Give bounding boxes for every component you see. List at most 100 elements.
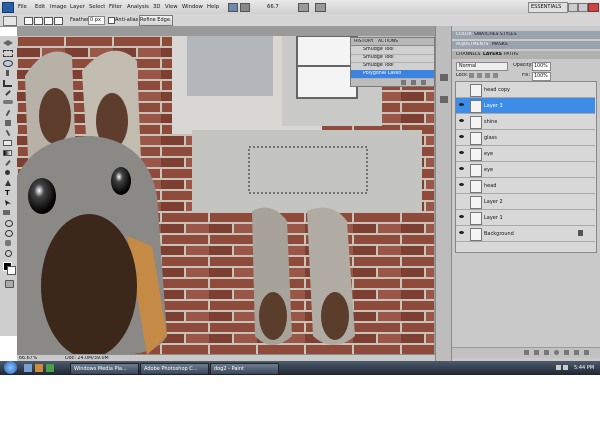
quicklaunch-icon[interactable] <box>24 364 32 372</box>
brush-tool-icon[interactable] <box>5 109 11 117</box>
tab-paths[interactable]: PATHS <box>504 52 518 57</box>
3d-rotate-icon[interactable] <box>5 220 13 227</box>
lock-image-icon[interactable] <box>477 73 482 78</box>
menu-help[interactable]: Help <box>207 4 219 10</box>
intersect-selection-icon[interactable] <box>54 17 63 25</box>
start-button[interactable] <box>4 361 17 374</box>
fill-input[interactable]: 100% <box>532 72 551 81</box>
tab-masks[interactable]: MASKS <box>492 42 508 47</box>
layer-row[interactable]: Layer 2 <box>456 194 595 210</box>
layer-row[interactable]: head copy <box>456 82 595 98</box>
layer-row[interactable]: Background <box>456 226 595 242</box>
menu-analysis[interactable]: Analysis <box>127 4 149 10</box>
history-panel-icon[interactable] <box>440 74 448 81</box>
menu-3d[interactable]: 3D <box>153 4 160 10</box>
crop-tool-icon[interactable] <box>3 80 12 87</box>
quick-mask-icon[interactable] <box>5 280 14 288</box>
add-selection-icon[interactable] <box>34 17 43 25</box>
tab-styles[interactable]: STYLES <box>500 32 517 37</box>
layer-row[interactable]: shine <box>456 114 595 130</box>
eyedropper-tool-icon[interactable] <box>5 90 11 96</box>
close-button[interactable] <box>588 3 599 12</box>
tab-channels[interactable]: CHANNELS <box>456 52 481 57</box>
marquee-tool-icon[interactable] <box>3 50 13 57</box>
tray-icon[interactable] <box>556 365 561 370</box>
tab-actions[interactable]: ACTIONS <box>378 39 398 44</box>
clock[interactable]: 5:44 PM <box>574 365 594 371</box>
smudge-tool-icon[interactable] <box>5 160 11 166</box>
3d-orbit-icon[interactable] <box>5 230 13 237</box>
visibility-eye-icon[interactable] <box>459 183 464 186</box>
menu-filter[interactable]: Filter <box>109 4 122 10</box>
background-color-swatch[interactable] <box>7 266 16 275</box>
zoom-tool-icon[interactable] <box>5 250 12 257</box>
bridge-icon[interactable] <box>228 3 238 12</box>
dodge-tool-icon[interactable] <box>5 170 10 175</box>
quicklaunch-icon[interactable] <box>46 364 54 372</box>
layer-row[interactable]: head <box>456 178 595 194</box>
maximize-button[interactable] <box>578 3 588 12</box>
tab-layers[interactable]: LAYERS <box>483 52 502 57</box>
hand-tool-icon[interactable] <box>5 240 11 246</box>
link-layers-icon[interactable] <box>524 350 529 355</box>
lasso-tool-preset-icon[interactable] <box>3 16 17 26</box>
menu-select[interactable]: Select <box>89 4 105 10</box>
tab-history[interactable]: HISTORY <box>354 39 373 44</box>
lock-transparency-icon[interactable] <box>469 73 474 78</box>
tray-icon[interactable] <box>563 365 568 370</box>
visibility-eye-icon[interactable] <box>459 119 464 122</box>
taskbar-item-paint[interactable]: dog2 - Paint <box>210 363 279 375</box>
path-selection-icon[interactable] <box>5 200 11 206</box>
tab-swatches[interactable]: SWATCHES <box>474 32 499 37</box>
opacity-input[interactable]: 100% <box>532 62 551 71</box>
visibility-eye-icon[interactable] <box>459 151 464 154</box>
shape-tool-icon[interactable] <box>3 210 10 215</box>
workspace-switcher[interactable]: ESSENTIALS <box>528 2 568 13</box>
actions-panel-icon[interactable] <box>440 96 448 103</box>
arrange-icon[interactable] <box>298 3 309 12</box>
gradient-tool-icon[interactable] <box>3 150 12 156</box>
layer-row[interactable]: Layer 1 <box>456 210 595 226</box>
add-mask-icon[interactable] <box>544 350 549 355</box>
menu-edit[interactable]: Edit <box>35 4 45 10</box>
refine-edge-button[interactable]: Refine Edge... <box>139 15 173 26</box>
quick-select-tool-icon[interactable] <box>6 70 9 76</box>
menu-window[interactable]: Window <box>182 4 203 10</box>
lock-all-icon[interactable] <box>493 73 498 78</box>
subtract-selection-icon[interactable] <box>44 17 53 25</box>
new-document-icon[interactable] <box>411 80 416 85</box>
move-tool-icon[interactable] <box>3 40 13 46</box>
delete-layer-icon[interactable] <box>584 350 589 355</box>
type-tool-icon[interactable]: T <box>5 190 15 197</box>
layer-row-selected[interactable]: Layer 3 <box>456 98 595 114</box>
blend-mode-select[interactable]: Normal <box>456 62 508 71</box>
layer-style-icon[interactable] <box>534 350 539 355</box>
visibility-eye-icon[interactable] <box>459 167 464 170</box>
menu-file[interactable]: File <box>18 4 27 10</box>
eraser-tool-icon[interactable] <box>3 140 12 146</box>
taskbar-item-media-player[interactable]: Windows Media Pla... <box>70 363 139 375</box>
antialias-checkbox[interactable] <box>108 17 115 24</box>
feather-input[interactable]: 0 px <box>88 16 105 25</box>
history-brush-icon[interactable] <box>5 129 11 137</box>
layer-row[interactable]: eye <box>456 162 595 178</box>
quicklaunch-icon[interactable] <box>35 364 43 372</box>
healing-brush-icon[interactable] <box>3 100 13 104</box>
trash-icon[interactable] <box>421 80 426 85</box>
minibridge-icon[interactable] <box>240 3 250 12</box>
clone-stamp-icon[interactable] <box>5 120 11 126</box>
new-selection-icon[interactable] <box>24 17 33 25</box>
zoom-dropdown[interactable]: 66.7 <box>267 4 279 10</box>
screen-mode-icon[interactable] <box>315 3 326 12</box>
visibility-eye-icon[interactable] <box>459 103 464 106</box>
history-item-selected[interactable]: Polygonal Lasso <box>351 70 434 79</box>
menu-image[interactable]: Image <box>50 4 67 10</box>
visibility-eye-icon[interactable] <box>459 215 464 218</box>
minimize-button[interactable] <box>568 3 578 12</box>
new-snapshot-icon[interactable] <box>401 80 406 85</box>
visibility-eye-icon[interactable] <box>459 231 464 234</box>
lasso-tool-icon[interactable] <box>3 60 13 67</box>
adjustment-layer-icon[interactable] <box>554 350 559 355</box>
menu-layer[interactable]: Layer <box>70 4 85 10</box>
new-layer-icon[interactable] <box>574 350 579 355</box>
